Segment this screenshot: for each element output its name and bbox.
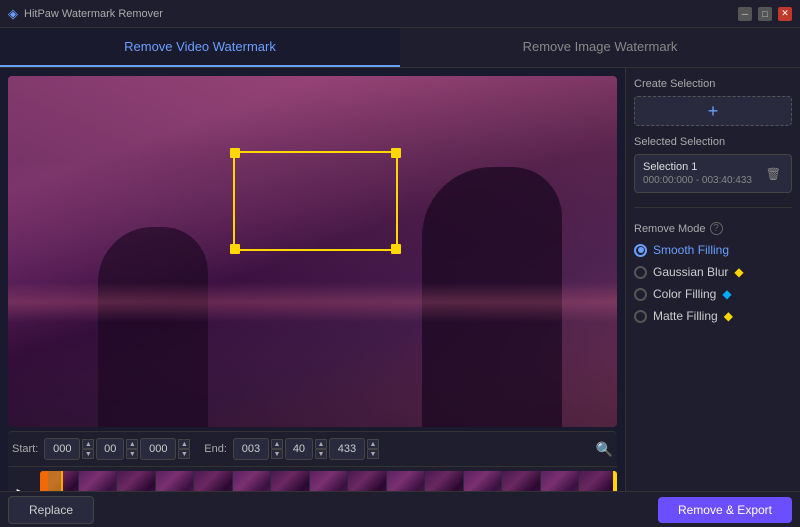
selected-selection-title: Selected Selection	[634, 136, 792, 148]
delete-selection-button[interactable]: 🗑	[764, 165, 783, 183]
start-sec-down[interactable]: ▼	[178, 449, 190, 459]
main-content: Start: ▲ ▼ ▲ ▼ ▲ ▼	[0, 68, 800, 527]
end-seconds-spin: ▲ ▼	[367, 439, 379, 459]
start-hours-spin: ▲ ▼	[82, 439, 94, 459]
maximize-button[interactable]: □	[758, 7, 772, 21]
mode-gaussian-label: Gaussian Blur	[653, 265, 728, 279]
close-button[interactable]: ✕	[778, 7, 792, 21]
bottom-bar: Replace Remove & Export	[0, 491, 800, 527]
right-panel: Create Selection + Selected Selection Se…	[625, 68, 800, 527]
end-sec-up[interactable]: ▲	[367, 439, 379, 449]
start-sec-up[interactable]: ▲	[178, 439, 190, 449]
title-bar-controls: ─ □ ✕	[738, 7, 792, 21]
start-seconds-spin: ▲ ▼	[178, 439, 190, 459]
tab-video[interactable]: Remove Video Watermark	[0, 28, 400, 67]
left-panel: Start: ▲ ▼ ▲ ▼ ▲ ▼	[0, 68, 625, 527]
diamond-blue-icon: ◆	[722, 287, 731, 301]
mode-smooth-label: Smooth Filling	[653, 243, 729, 257]
start-minutes[interactable]	[96, 438, 124, 460]
selection-time: 000:00:000 - 003:40:433	[643, 175, 752, 186]
start-label: Start:	[12, 443, 38, 455]
corner-tr	[391, 148, 401, 158]
end-minutes[interactable]	[285, 438, 313, 460]
selection-info: Selection 1 000:00:000 - 003:40:433	[643, 161, 752, 186]
tab-bar: Remove Video Watermark Remove Image Wate…	[0, 28, 800, 68]
create-selection-button[interactable]: +	[634, 96, 792, 126]
end-label: End:	[204, 443, 227, 455]
end-min-down[interactable]: ▼	[315, 449, 327, 459]
mode-smooth[interactable]: Smooth Filling	[634, 243, 792, 257]
create-selection-title: Create Selection	[634, 78, 792, 90]
time-controls: Start: ▲ ▼ ▲ ▼ ▲ ▼	[8, 431, 617, 466]
end-hours-up[interactable]: ▲	[271, 439, 283, 449]
start-min-down[interactable]: ▼	[126, 449, 138, 459]
end-hours-down[interactable]: ▼	[271, 449, 283, 459]
figure-left	[98, 227, 208, 427]
corner-bl	[230, 244, 240, 254]
export-button[interactable]: Remove & Export	[658, 497, 792, 523]
end-sec-down[interactable]: ▼	[367, 449, 379, 459]
radio-matte	[634, 310, 647, 323]
radio-smooth	[634, 244, 647, 257]
start-min-up[interactable]: ▲	[126, 439, 138, 449]
title-bar: ◈ HitPaw Watermark Remover ─ □ ✕	[0, 0, 800, 28]
diamond-yellow-icon2: ◆	[724, 309, 733, 323]
selected-selection-section: Selected Selection Selection 1 000:00:00…	[634, 136, 792, 193]
start-hours-up[interactable]: ▲	[82, 439, 94, 449]
end-hours[interactable]	[233, 438, 269, 460]
video-container[interactable]	[8, 76, 617, 427]
corner-tl	[230, 148, 240, 158]
search-icon: 🔍	[596, 441, 613, 457]
selection-box[interactable]	[233, 151, 398, 251]
start-hours[interactable]	[44, 438, 80, 460]
selection-item[interactable]: Selection 1 000:00:000 - 003:40:433 🗑	[634, 154, 792, 193]
plus-icon: +	[708, 101, 719, 122]
selection-name: Selection 1	[643, 161, 752, 173]
video-background	[8, 76, 617, 427]
end-seconds[interactable]	[329, 438, 365, 460]
mode-matte[interactable]: Matte Filling ◆	[634, 309, 792, 323]
create-selection-section: Create Selection +	[634, 78, 792, 126]
start-time-group: ▲ ▼ ▲ ▼ ▲ ▼	[44, 438, 190, 460]
mode-matte-label: Matte Filling	[653, 309, 718, 323]
end-hours-spin: ▲ ▼	[271, 439, 283, 459]
mode-color-label: Color Filling	[653, 287, 716, 301]
remove-mode-title: Remove Mode ?	[634, 222, 792, 235]
diamond-yellow-icon: ◆	[734, 265, 743, 279]
divider	[634, 207, 792, 208]
end-min-up[interactable]: ▲	[315, 439, 327, 449]
remove-mode-section: Remove Mode ? Smooth Filling Gaussian Bl…	[634, 222, 792, 517]
corner-br	[391, 244, 401, 254]
app-window: ◈ HitPaw Watermark Remover ─ □ ✕ Remove …	[0, 0, 800, 527]
end-minutes-spin: ▲ ▼	[315, 439, 327, 459]
trash-icon: 🗑	[766, 167, 781, 181]
start-seconds[interactable]	[140, 438, 176, 460]
search-button[interactable]: 🔍	[596, 441, 613, 458]
start-minutes-spin: ▲ ▼	[126, 439, 138, 459]
minimize-button[interactable]: ─	[738, 7, 752, 21]
radio-color	[634, 288, 647, 301]
horizon-glow	[8, 282, 617, 322]
end-time-group: ▲ ▼ ▲ ▼ ▲ ▼	[233, 438, 379, 460]
mode-color[interactable]: Color Filling ◆	[634, 287, 792, 301]
radio-gaussian	[634, 266, 647, 279]
replace-button[interactable]: Replace	[8, 496, 94, 524]
title-bar-left: ◈ HitPaw Watermark Remover	[8, 6, 163, 22]
start-hours-down[interactable]: ▼	[82, 449, 94, 459]
app-icon: ◈	[8, 6, 18, 22]
tab-image[interactable]: Remove Image Watermark	[400, 28, 800, 67]
mode-gaussian[interactable]: Gaussian Blur ◆	[634, 265, 792, 279]
app-title: HitPaw Watermark Remover	[24, 8, 163, 20]
help-icon[interactable]: ?	[710, 222, 723, 235]
